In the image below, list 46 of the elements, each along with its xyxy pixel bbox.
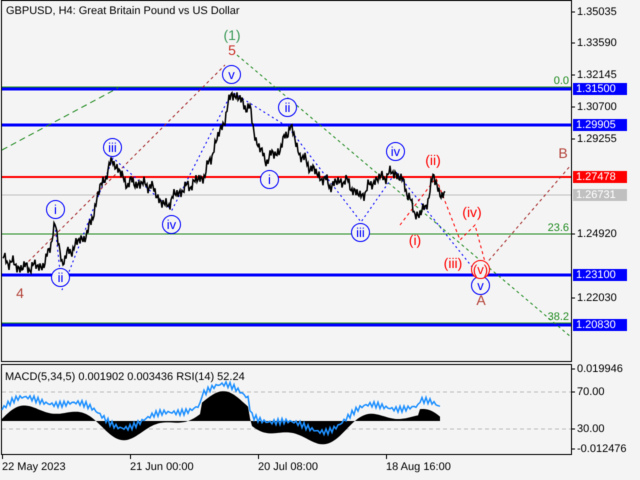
wave-label: iv [386,142,405,161]
wave-label: iii [103,138,122,157]
wave-label: i [46,200,65,219]
fibonacci-level-label: 38.2 [548,311,569,323]
wave-label: 5 [228,42,236,58]
price-level-badge: 1.26731 [573,189,627,201]
wave-label: (ii) [424,152,442,168]
wave-label: v [471,276,490,295]
chart-title: GBPUSD, H4: Great Britain Pound vs US Dollar [6,5,240,17]
indicator-axis-label: -0.012476 [577,443,627,455]
price-axis-label: 1.33590 [577,37,617,49]
price-axis-label: 1.29255 [577,133,617,145]
wave-label: (i) [408,232,422,248]
wave-label: iv [162,215,181,234]
indicator-axis-label: 70.00 [577,386,605,398]
wave-label: iii [351,223,370,242]
price-level-badge: 1.31500 [573,83,627,95]
indicator-axis-label: 30.00 [577,423,605,435]
time-axis-label: 22 May 2023 [2,461,66,473]
indicator-title: MACD(5,34,5) 0.001902 0.003436 RSI(14) 52.24 [5,371,245,383]
time-axis-label: 18 Aug 16:00 [386,461,451,473]
price-level-badge: 1.27478 [573,171,627,183]
wave-label: (v) [471,260,490,279]
wave-label: ii [51,268,70,287]
price-level-badge: 1.20830 [573,319,627,331]
price-level-badge: 1.23100 [573,269,627,281]
fibonacci-level-label: 23.6 [548,222,569,234]
wave-label: (iv) [461,204,483,220]
wave-label: B [557,145,569,161]
indicator-axis-label: 0.019946 [577,363,623,375]
wave-label: (1) [222,27,242,43]
price-axis-label: 1.22030 [577,292,617,304]
time-axis-label: 20 Jul 08:00 [258,461,318,473]
wave-label: (iii) [442,255,464,271]
wave-label: 4 [15,285,25,301]
wave-label: A [475,292,487,308]
price-level-badge: 1.29905 [573,119,627,131]
price-axis-label: 1.35035 [577,6,617,18]
price-axis-label: 1.32145 [577,69,617,81]
wave-label: ii [278,98,297,117]
fibonacci-level-label: 0.0 [554,75,569,87]
wave-label: i [260,170,279,189]
wave-label: v [222,65,241,84]
time-axis-label: 21 Jun 00:00 [130,461,194,473]
price-axis-label: 1.30700 [577,101,617,113]
price-axis-label: 1.24920 [577,228,617,240]
